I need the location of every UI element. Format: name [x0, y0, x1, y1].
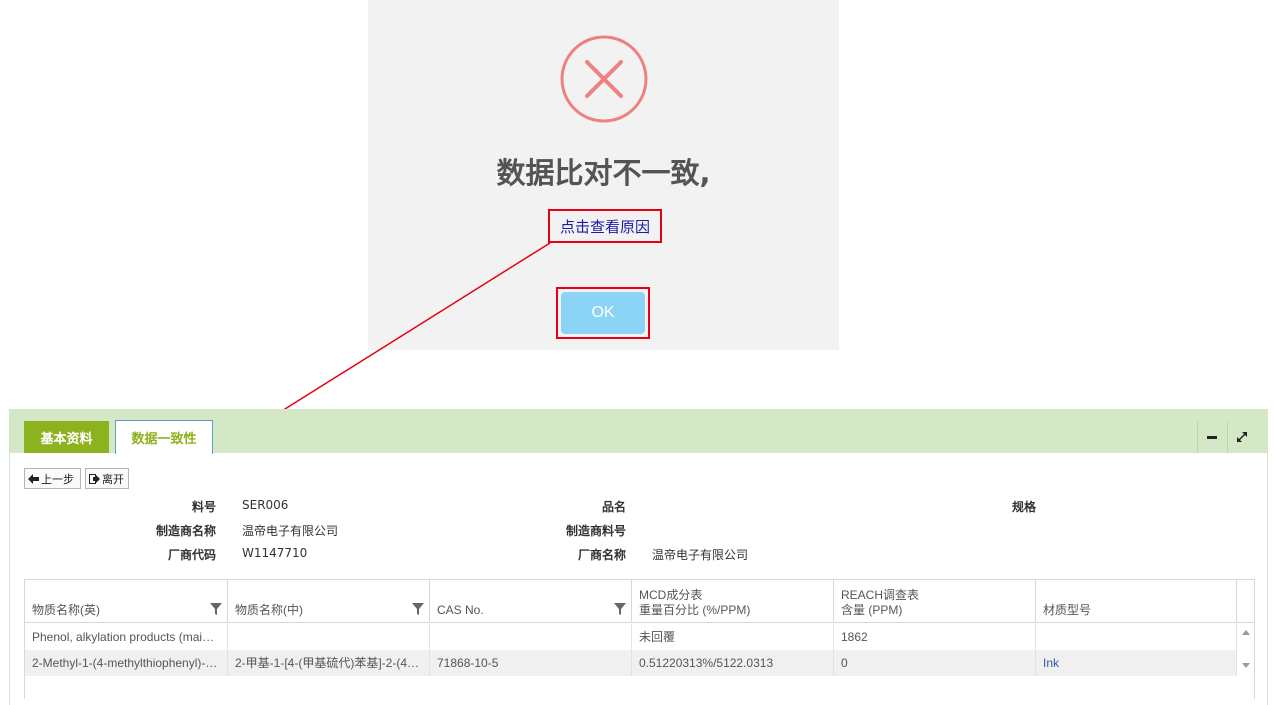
previous-step-button[interactable]: 上一步: [24, 468, 81, 489]
product-name-label: 品名: [601, 500, 626, 514]
vendor-code-value: W1147710: [242, 546, 308, 560]
expand-icon: [1237, 432, 1247, 442]
column-header-material[interactable]: 材质型号: [1036, 580, 1237, 623]
manufacturer-part-label: 制造商料号: [565, 524, 626, 538]
maximize-button[interactable]: [1231, 427, 1253, 447]
filter-icon[interactable]: [614, 603, 626, 615]
view-reason-link[interactable]: 点击查看原因: [560, 216, 650, 237]
column-header-name-cn[interactable]: 物质名称(中): [228, 580, 430, 623]
filter-icon[interactable]: [412, 603, 424, 615]
table-row[interactable]: Phenol, alkylation products (main… 未回覆 1…: [25, 624, 1237, 650]
column-header-line: MCD成分表: [639, 588, 703, 602]
column-header-cas[interactable]: CAS No.: [430, 580, 632, 623]
cell-name-en: Phenol, alkylation products (main…: [25, 624, 228, 650]
cell-mcd: 未回覆: [632, 624, 834, 650]
part-no-label: 料号: [191, 500, 216, 514]
toolbar-divider: [1197, 421, 1198, 453]
vendor-name-value: 温帝电子有限公司: [652, 548, 749, 562]
error-dialog: 数据比对不一致, 点击查看原因 OK: [368, 0, 839, 350]
ok-button-highlight: OK: [556, 287, 650, 339]
column-header-line: REACH调查表: [841, 588, 920, 602]
cell-name-en: 2-Methyl-1-(4-methylthiophenyl)-…: [25, 650, 228, 676]
tab-data-consistency[interactable]: 数据一致性: [115, 420, 213, 454]
vendor-name-label: 厂商名称: [577, 548, 626, 562]
filter-icon[interactable]: [210, 603, 222, 615]
dialog-title: 数据比对不一致,: [496, 156, 711, 190]
column-header-title: CAS No.: [437, 603, 484, 617]
leave-label: 离开: [102, 472, 124, 486]
grid-header: 物质名称(英) 物质名称(中) CAS No. MCD成分表 重量百分比 (%/…: [25, 580, 1255, 623]
manufacturer-name-value: 温帝电子有限公司: [242, 524, 339, 538]
vendor-code-label: 厂商代码: [167, 548, 216, 562]
data-panel: 基本资料 数据一致性 上一步 离开 料号 SER006 品名 规格 制造商名称 …: [9, 409, 1268, 705]
cell-name-cn: [228, 624, 430, 650]
column-header-title: 重量百分比 (%/PPM): [639, 603, 751, 617]
column-header-title: 物质名称(英): [32, 603, 100, 617]
arrow-left-icon: [28, 473, 39, 484]
grid-scrollbar[interactable]: [1237, 624, 1255, 674]
column-header-title: 含量 (PPM): [841, 603, 903, 617]
manufacturer-name-label: 制造商名称: [155, 524, 216, 538]
cell-material: [1036, 624, 1237, 650]
exit-icon: [89, 473, 100, 484]
cell-cas: [430, 624, 632, 650]
minimize-button[interactable]: [1201, 427, 1223, 447]
cell-cas: 71868-10-5: [430, 650, 632, 676]
column-header-reach[interactable]: REACH调查表 含量 (PPM): [834, 580, 1036, 623]
cell-mcd: 0.51220313%/5122.0313: [632, 650, 834, 676]
column-header-title: 物质名称(中): [235, 603, 303, 617]
cell-reach: 0: [834, 650, 1036, 676]
tab-bar: 基本资料 数据一致性: [10, 409, 1268, 454]
substance-grid: 物质名称(英) 物质名称(中) CAS No. MCD成分表 重量百分比 (%/…: [24, 579, 1255, 699]
column-header-name-en[interactable]: 物质名称(英): [25, 580, 228, 623]
cell-name-cn: 2-甲基-1-[4-(甲基硫代)苯基]-2-(4…: [228, 650, 430, 676]
scroll-up-arrow-icon[interactable]: [1242, 630, 1250, 635]
table-row[interactable]: 2-Methyl-1-(4-methylthiophenyl)-… 2-甲基-1…: [25, 650, 1237, 676]
column-header-title: 材质型号: [1043, 603, 1092, 617]
error-x-circle-icon: [560, 35, 648, 123]
column-header-mcd[interactable]: MCD成分表 重量百分比 (%/PPM): [632, 580, 834, 623]
cell-material-link[interactable]: Ink: [1036, 650, 1237, 676]
cell-reach: 1862: [834, 624, 1036, 650]
spec-label: 规格: [1011, 500, 1036, 514]
part-no-value: SER006: [242, 498, 289, 512]
tab-basic-info[interactable]: 基本资料: [24, 421, 109, 453]
toolbar-divider: [1227, 421, 1228, 453]
previous-step-label: 上一步: [41, 472, 74, 486]
minimize-icon: [1207, 436, 1217, 439]
ok-button[interactable]: OK: [561, 292, 645, 334]
reason-link-highlight: 点击查看原因: [548, 209, 662, 243]
leave-button[interactable]: 离开: [85, 468, 129, 489]
scroll-down-arrow-icon[interactable]: [1242, 663, 1250, 668]
